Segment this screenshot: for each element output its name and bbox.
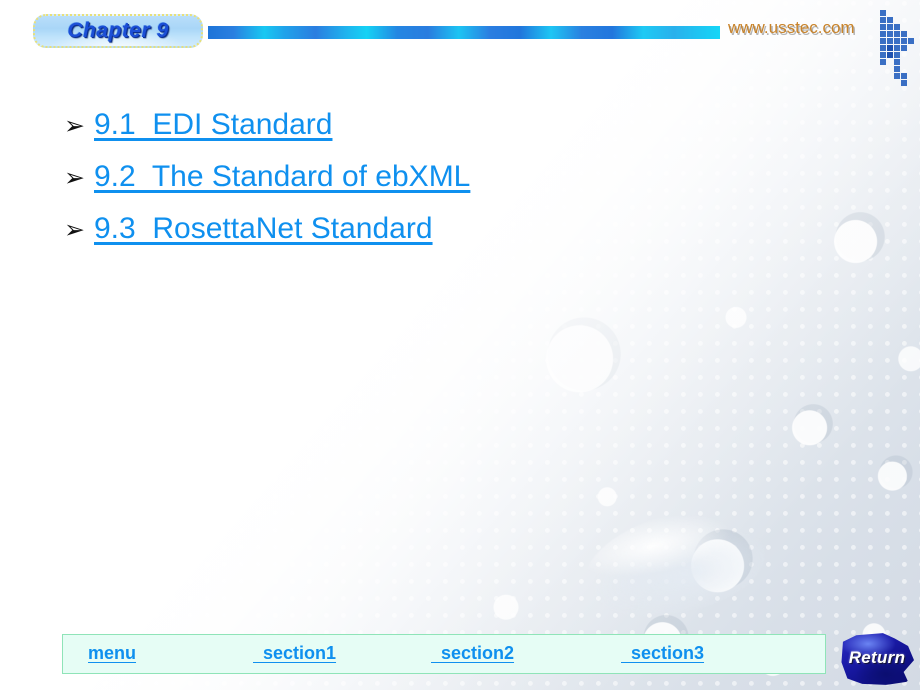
bullet-arrow-icon: ➢ [64,216,85,244]
gradient-bar [208,26,720,39]
return-button-label: Return [848,648,906,667]
footer-link-section3[interactable]: section3 [621,643,704,664]
presentation-slide: Chapter 9 www.usstec.com ➢ 9.1 EDI Stand… [0,0,920,690]
bullet-arrow-icon: ➢ [64,112,85,140]
footer-link-menu[interactable]: menu [88,643,136,664]
slide-header: Chapter 9 www.usstec.com [0,0,920,96]
section-link-9-2[interactable]: 9.2 The Standard of ebXML [94,160,470,194]
footer-navigation-bar: menu section1 section2 section3 [62,634,826,674]
list-item: ➢ 9.2 The Standard of ebXML [64,160,824,194]
water-droplet-background [0,0,920,690]
bullet-arrow-icon: ➢ [64,164,85,192]
return-button[interactable]: Return [840,632,914,686]
site-url-text: www.usstec.com [728,18,855,37]
list-item: ➢ 9.3 RosettaNet Standard [64,212,824,246]
footer-link-section1[interactable]: section1 [253,643,336,664]
section-link-9-3[interactable]: 9.3 RosettaNet Standard [94,212,433,246]
cursor-arrow-mosaic-icon [862,6,918,92]
section-link-9-1[interactable]: 9.1 EDI Standard [94,108,332,142]
chapter-badge: Chapter 9 [33,14,203,48]
list-item: ➢ 9.1 EDI Standard [64,108,824,142]
footer-link-section2[interactable]: section2 [431,643,514,664]
chapter-badge-label: Chapter 9 [67,19,169,42]
section-link-list: ➢ 9.1 EDI Standard ➢ 9.2 The Standard of… [64,108,824,264]
